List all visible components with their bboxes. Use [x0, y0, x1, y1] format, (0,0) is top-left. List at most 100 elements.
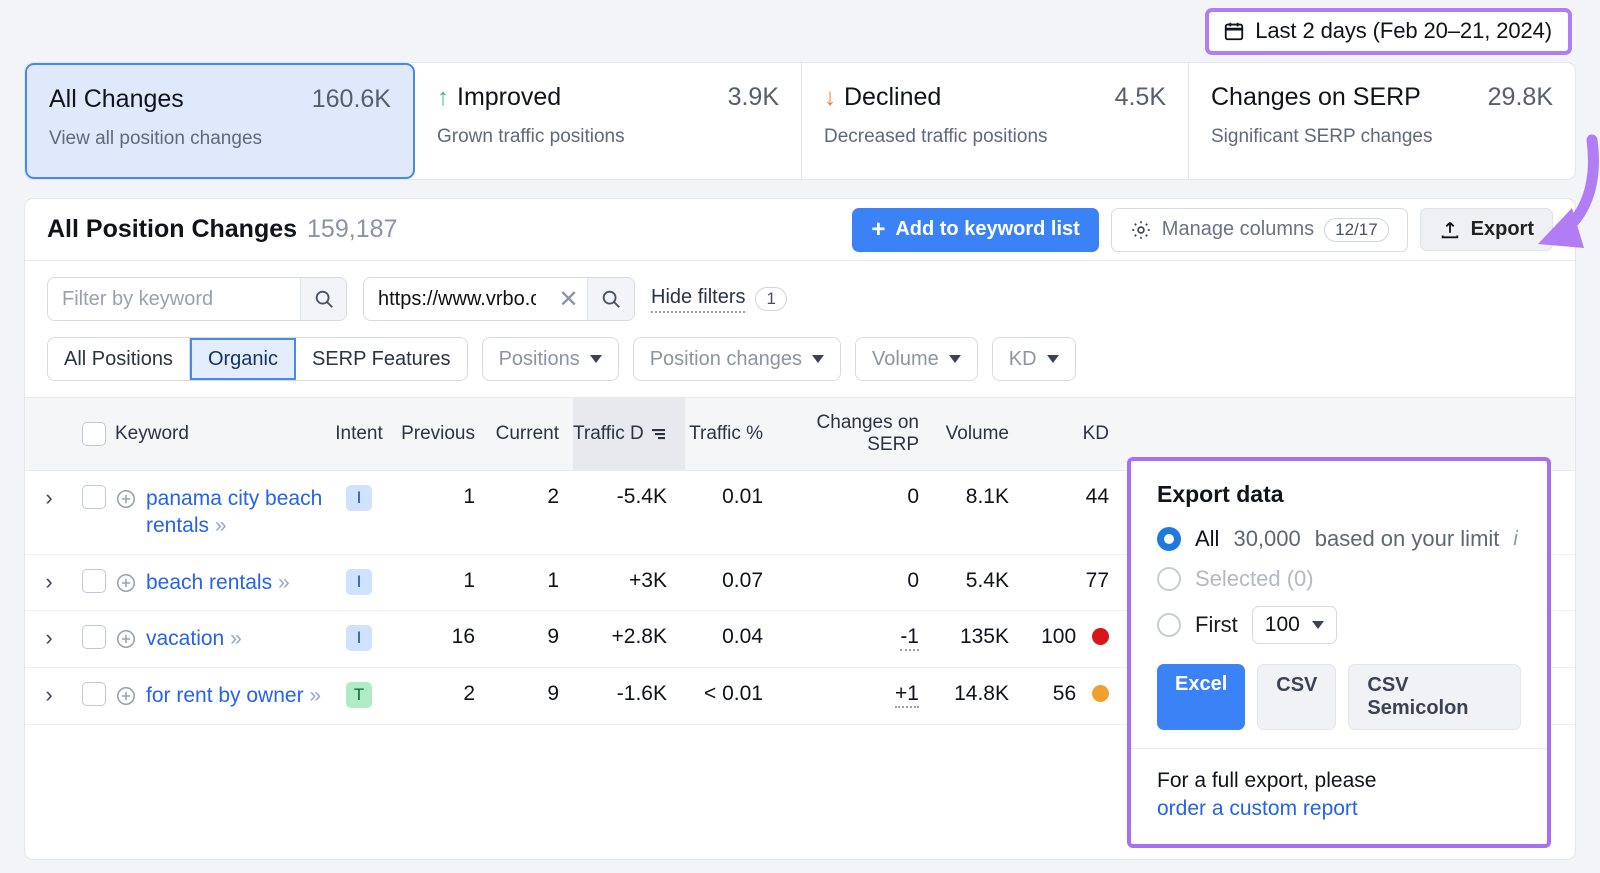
th-previous[interactable]: Previous: [395, 397, 487, 471]
hide-filters-toggle[interactable]: Hide filters 1: [651, 286, 787, 313]
cell-volume: 135K: [937, 610, 1025, 668]
clear-url-icon[interactable]: ✕: [550, 278, 587, 320]
hide-filters-label: Hide filters: [651, 286, 746, 313]
expand-row-icon[interactable]: ›: [45, 682, 52, 707]
export-all-suffix: based on your limit: [1314, 526, 1500, 551]
export-footer-text: For a full export, please: [1157, 769, 1377, 792]
keyword-link[interactable]: vacation »: [146, 625, 242, 652]
row-checkbox[interactable]: [82, 625, 106, 650]
th-volume[interactable]: Volume: [937, 397, 1025, 471]
search-input[interactable]: [48, 278, 300, 320]
add-to-keyword-list-button[interactable]: + Add to keyword list: [852, 207, 1099, 252]
export-format-excel[interactable]: Excel: [1157, 664, 1246, 730]
order-custom-report-link[interactable]: order a custom report: [1157, 795, 1521, 823]
kd-dropdown[interactable]: KD: [991, 337, 1076, 381]
kd-difficulty-dot: [1092, 684, 1109, 702]
cell-traffic-percent: < 0.01: [685, 667, 777, 725]
th-traffic-percent[interactable]: Traffic %: [685, 397, 777, 471]
intent-badge: I: [346, 624, 372, 651]
cell-current: 9: [487, 667, 573, 725]
position-changes-dropdown[interactable]: Position changes: [632, 337, 842, 381]
expand-row-icon[interactable]: ›: [45, 625, 52, 650]
keyword-text: vacation: [146, 626, 225, 650]
export-popup-title: Export data: [1157, 481, 1284, 507]
tab-improved[interactable]: ↑ Improved 3.9K Grown traffic positions: [415, 63, 802, 179]
export-all-value: 30,000: [1233, 526, 1301, 551]
cell-traffic-delta: +3K: [573, 554, 685, 611]
th-current[interactable]: Current: [487, 397, 573, 471]
cell-changes-on-serp[interactable]: +1: [895, 681, 919, 708]
date-range-filter[interactable]: Last 2 days (Feb 20–21, 2024): [1205, 8, 1572, 55]
keyword-link[interactable]: for rent by owner »: [146, 682, 321, 709]
tab-improved-value: 3.9K: [727, 83, 779, 111]
cell-traffic-delta: -5.4K: [573, 470, 685, 555]
expand-row-icon[interactable]: ›: [45, 569, 52, 594]
th-kd[interactable]: KD: [1025, 397, 1117, 471]
tab-declined[interactable]: ↓ Declined 4.5K Decreased traffic positi…: [802, 63, 1189, 179]
keyword-link[interactable]: beach rentals »: [146, 569, 290, 596]
positions-dropdown[interactable]: Positions: [481, 337, 619, 381]
chevron-down-icon: [948, 355, 961, 363]
export-first-count-select[interactable]: 100: [1251, 606, 1337, 644]
select-all-checkbox[interactable]: [82, 422, 106, 446]
export-format-csv[interactable]: CSV: [1257, 664, 1337, 730]
th-traffic-delta[interactable]: Traffic D: [573, 397, 685, 471]
row-checkbox[interactable]: [82, 485, 106, 510]
cell-traffic-delta: -1.6K: [573, 667, 685, 725]
export-first-count-value: 100: [1264, 613, 1300, 636]
add-to-keyword-list-label: Add to keyword list: [895, 218, 1080, 240]
keyword-link[interactable]: panama city beach rentals »: [146, 485, 323, 540]
th-keyword[interactable]: Keyword: [115, 397, 323, 471]
add-keyword-icon[interactable]: [115, 628, 137, 650]
kd-dropdown-label: KD: [1008, 347, 1037, 370]
add-keyword-icon[interactable]: [115, 488, 137, 510]
add-keyword-icon[interactable]: [115, 572, 137, 594]
cell-kd: 77: [1025, 554, 1117, 611]
page-title-count: 159,187: [307, 215, 398, 243]
radio-selected: [1157, 567, 1181, 591]
cell-current: 1: [487, 554, 573, 611]
volume-dropdown[interactable]: Volume: [855, 337, 978, 381]
position-changes-dropdown-label: Position changes: [649, 347, 803, 370]
cell-traffic-delta: +2.8K: [573, 610, 685, 668]
tab-declined-value: 4.5K: [1114, 83, 1166, 111]
th-intent[interactable]: Intent: [323, 397, 395, 471]
upload-icon: [1439, 219, 1461, 241]
radio-all[interactable]: [1157, 527, 1181, 551]
info-icon[interactable]: i: [1513, 528, 1517, 551]
row-checkbox[interactable]: [82, 569, 106, 594]
chevron-down-icon: [1311, 621, 1324, 629]
volume-dropdown-label: Volume: [872, 347, 939, 370]
export-option-all[interactable]: All 30,000 based on your limit i: [1157, 526, 1521, 552]
cell-changes-on-serp[interactable]: -1: [900, 624, 919, 651]
cell-current: 2: [487, 470, 573, 555]
search-icon: [315, 290, 333, 308]
kd-difficulty-dot: [1092, 627, 1109, 645]
tab-all-changes[interactable]: All Changes 160.6K View all position cha…: [25, 63, 415, 179]
cell-traffic-percent: 0.04: [685, 610, 777, 668]
cell-traffic-percent: 0.01: [685, 470, 777, 555]
manage-columns-button[interactable]: Manage columns 12/17: [1110, 207, 1408, 252]
segment-serp-features[interactable]: SERP Features: [296, 338, 467, 380]
calendar-icon: [1223, 20, 1245, 42]
arrow-up-icon: ↑: [437, 83, 449, 111]
export-button[interactable]: Export: [1419, 208, 1553, 251]
position-changes-panel: All Position Changes 159,187 + Add to ke…: [24, 198, 1576, 860]
export-option-first[interactable]: First 100: [1157, 606, 1521, 644]
add-keyword-icon[interactable]: [115, 685, 137, 707]
row-checkbox[interactable]: [82, 682, 106, 707]
export-format-csv-semicolon[interactable]: CSV Semicolon: [1348, 664, 1521, 730]
url-input[interactable]: [364, 278, 550, 320]
tab-changes-on-serp[interactable]: Changes on SERP 29.8K Significant SERP c…: [1189, 63, 1575, 179]
radio-first[interactable]: [1157, 613, 1181, 637]
chevron-double-right-icon: »: [277, 570, 290, 594]
segment-all-positions[interactable]: All Positions: [48, 338, 190, 380]
keyword-search-button[interactable]: [300, 278, 346, 320]
keyword-text: beach rentals: [146, 570, 273, 594]
th-changes-on-serp[interactable]: Changes on SERP: [777, 397, 937, 471]
segment-organic[interactable]: Organic: [189, 338, 296, 380]
chevron-double-right-icon: »: [214, 514, 227, 538]
url-search-button[interactable]: [587, 278, 634, 320]
filters-section: ✕ Hide filters 1 All Positions Organic S…: [25, 261, 1575, 381]
expand-row-icon[interactable]: ›: [45, 485, 52, 510]
